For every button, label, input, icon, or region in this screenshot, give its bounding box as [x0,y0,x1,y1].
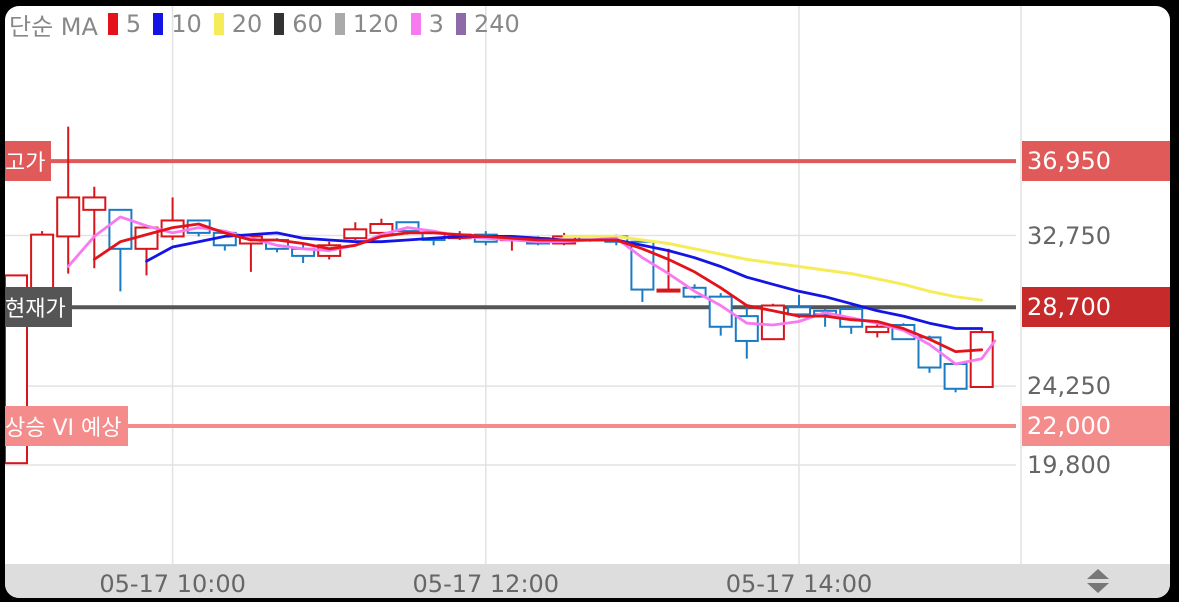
price-tick-label: 24,250 [1027,372,1111,401]
legend-item-ma60: 60 [274,10,323,38]
legend-item-ma20: 20 [213,10,263,38]
legend-period: 10 [171,10,202,38]
legend-label: 단순 MA [9,12,98,41]
legend-item-ma120: 120 [334,10,399,38]
legend-period: 20 [231,10,263,38]
current-price-tag: 현재가 [5,287,72,328]
chart-canvas[interactable] [5,6,1170,564]
high-price-value-tag: 36,950 [1022,141,1170,182]
current-price-value: 28,700 [1027,293,1111,322]
candle-body [734,315,759,342]
legend-item-ma240: 240 [455,10,520,38]
price-tick-label: 19,800 [1027,450,1111,479]
vi-price-value-tag: 22,000 [1022,405,1170,446]
legend-swatch [213,13,224,35]
high-price-label: 고가 [5,151,46,177]
legend-swatch [274,13,285,35]
legend-period: 120 [352,10,399,38]
current-price-value-tag: 28,700 [1022,287,1170,328]
legend-swatch [334,13,345,35]
candle-body [134,226,159,250]
vi-price-tag: 상승 VI 예상 [5,405,128,446]
high-price-tag: 고가 [5,141,52,182]
legend-swatch [455,13,466,35]
legend-swatch [153,13,164,35]
ma-legend: 단순 MA 5 10 20 60 120 3 240 [9,10,532,41]
time-tick-label: 05-17 14:00 [725,570,873,598]
legend-period: 240 [473,10,520,38]
scroll-arrows-icon[interactable] [1085,567,1111,595]
price-tick-label: 32,750 [1027,221,1111,250]
candle-body [56,196,81,238]
chart-panel[interactable]: 단순 MA 5 10 20 60 120 3 240 05-17 10:00 05-17 12… [5,6,1170,598]
time-tick-label: 05-17 10:00 [99,570,246,598]
high-price-value: 36,950 [1027,147,1111,176]
legend-item-ma3: 3 [410,10,444,38]
candle-body [656,288,681,293]
legend-period: 5 [125,10,142,38]
vi-price-value: 22,000 [1027,411,1111,440]
candle-body [82,196,107,211]
legend-item-ma5: 5 [107,10,142,38]
vi-price-label: 상승 VI 예상 [5,415,122,441]
candle-body [343,228,368,240]
current-price-label: 현재가 [5,297,66,323]
candle-body [30,233,55,291]
candle-body [865,325,890,334]
candle-body [943,362,968,390]
legend-item-ma10: 10 [153,10,202,38]
time-tick-label: 05-17 12:00 [412,570,560,598]
legend-swatch [107,13,118,35]
legend-swatch [410,13,421,35]
legend-period: 3 [428,10,444,38]
legend-period: 60 [292,10,323,38]
